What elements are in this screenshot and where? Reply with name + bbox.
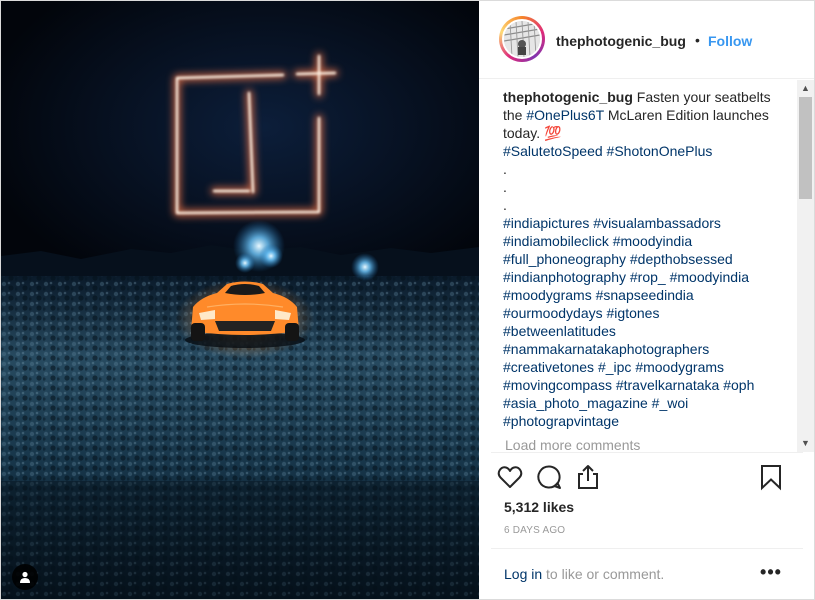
caption-line: #full_phoneography #depthobsessed bbox=[503, 250, 795, 268]
bookmark-icon[interactable] bbox=[757, 463, 785, 491]
post-side-panel: thephotogenic_bug • Follow thephotogenic… bbox=[479, 1, 814, 599]
hashtag-link[interactable]: #ourmoodydays bbox=[503, 305, 603, 321]
caption-text: today. 💯 bbox=[503, 125, 562, 141]
caption-text: . bbox=[503, 197, 507, 213]
caption-line: #indianphotography #rop_ #moodyindia bbox=[503, 268, 795, 286]
hashtag-link[interactable]: #photograpvintage bbox=[503, 413, 619, 429]
heart-icon[interactable] bbox=[496, 463, 524, 491]
action-bar bbox=[491, 452, 803, 502]
hashtag-link[interactable]: #nammakarnatakaphotographers bbox=[503, 341, 709, 357]
hashtag-link[interactable]: #depthobsessed bbox=[630, 251, 733, 267]
caption-line: #asia_photo_magazine #_woi bbox=[503, 394, 795, 412]
likes-count[interactable]: 5,312 likes bbox=[504, 499, 574, 515]
comments-area[interactable]: thephotogenic_bug Fasten your seatbelts t… bbox=[503, 88, 795, 452]
caption-line: thephotogenic_bug Fasten your seatbelts bbox=[503, 88, 795, 106]
hashtag-link[interactable]: #visualambassadors bbox=[593, 215, 721, 231]
comment-icon[interactable] bbox=[535, 463, 563, 491]
caption-text: Fasten your seatbelts bbox=[636, 89, 771, 105]
caption-line: . bbox=[503, 178, 795, 196]
post-photo[interactable] bbox=[1, 1, 479, 599]
post-header: thephotogenic_bug • Follow bbox=[479, 1, 814, 79]
caption-line: #movingcompass #travelkarnataka #oph bbox=[503, 376, 795, 394]
distant-light bbox=[351, 253, 379, 281]
avatar[interactable] bbox=[499, 16, 545, 62]
caption-text: . bbox=[503, 161, 507, 177]
share-icon[interactable] bbox=[574, 463, 602, 491]
hashtag-link[interactable]: #snapseedindia bbox=[596, 287, 694, 303]
scroll-up-arrow-icon[interactable]: ▲ bbox=[797, 80, 814, 97]
post-author-username[interactable]: thephotogenic_bug bbox=[556, 33, 686, 49]
avatar-image bbox=[502, 19, 542, 59]
login-link[interactable]: Log in bbox=[504, 566, 542, 582]
hashtag-link[interactable]: #rop_ bbox=[630, 269, 666, 285]
hashtag-link[interactable]: #igtones bbox=[607, 305, 660, 321]
hashtag-link[interactable]: #_woi bbox=[652, 395, 689, 411]
caption-username[interactable]: thephotogenic_bug bbox=[503, 89, 633, 105]
hashtag-link[interactable]: #moodygrams bbox=[635, 359, 724, 375]
caption-text: the bbox=[503, 107, 527, 123]
distant-light bbox=[235, 253, 255, 273]
hashtag-link[interactable]: #ShotonOnePlus bbox=[607, 143, 713, 159]
hashtag-link[interactable]: #_ipc bbox=[598, 359, 631, 375]
post-timestamp[interactable]: 6 DAYS AGO bbox=[504, 525, 565, 536]
comment-login-bar: Log in to like or comment. ••• bbox=[491, 548, 803, 599]
more-options-icon[interactable]: ••• bbox=[759, 561, 783, 585]
hashtag-link[interactable]: #moodyindia bbox=[613, 233, 692, 249]
foreground-shadow bbox=[1, 481, 479, 599]
login-prompt: Log in to like or comment. bbox=[504, 566, 664, 582]
hashtag-link[interactable]: #OnePlus6T bbox=[526, 107, 604, 123]
caption-line: #moodygrams #snapseedindia bbox=[503, 286, 795, 304]
hashtag-link[interactable]: #indiamobileclick bbox=[503, 233, 609, 249]
hashtag-link[interactable]: #indianphotography bbox=[503, 269, 626, 285]
caption-text: . bbox=[503, 179, 507, 195]
hashtag-link[interactable]: #full_phoneography bbox=[503, 251, 626, 267]
caption-line: . bbox=[503, 196, 795, 214]
caption-line: #indiapictures #visualambassadors bbox=[503, 214, 795, 232]
caption-line: today. 💯 bbox=[503, 124, 795, 142]
hashtag-link[interactable]: #moodyindia bbox=[670, 269, 749, 285]
hashtag-link[interactable]: #moodygrams bbox=[503, 287, 592, 303]
caption-line: the #OnePlus6T McLaren Edition launches bbox=[503, 106, 795, 124]
hashtag-link[interactable]: #asia_photo_magazine bbox=[503, 395, 648, 411]
hashtag-link[interactable]: #movingcompass bbox=[503, 377, 612, 393]
hashtag-link[interactable]: #creativetones bbox=[503, 359, 594, 375]
caption-line: #nammakarnatakaphotographers bbox=[503, 340, 795, 358]
scroll-down-arrow-icon[interactable]: ▼ bbox=[797, 435, 814, 452]
login-prompt-text: to like or comment. bbox=[542, 566, 665, 582]
caption-line: #creativetones #_ipc #moodygrams bbox=[503, 358, 795, 376]
caption-text: McLaren Edition launches bbox=[603, 107, 769, 123]
caption-line: #indiamobileclick #moodyindia bbox=[503, 232, 795, 250]
post-caption: thephotogenic_bug Fasten your seatbelts t… bbox=[503, 88, 795, 430]
scrollbar-thumb[interactable] bbox=[799, 97, 812, 199]
user-tag-icon[interactable] bbox=[12, 564, 38, 590]
follow-button[interactable]: Follow bbox=[708, 33, 752, 49]
load-more-comments-button[interactable]: Load more comments bbox=[505, 437, 640, 452]
caption-line: . bbox=[503, 160, 795, 178]
separator-dot: • bbox=[695, 32, 700, 48]
hashtag-link[interactable]: #betweenlatitudes bbox=[503, 323, 616, 339]
caption-line: #photograpvintage bbox=[503, 412, 795, 430]
hashtag-link[interactable]: #SalutetoSpeed bbox=[503, 143, 603, 159]
caption-line: #ourmoodydays #igtones bbox=[503, 304, 795, 322]
hashtag-link[interactable]: #travelkarnataka bbox=[616, 377, 720, 393]
hashtag-link[interactable]: #oph bbox=[723, 377, 754, 393]
hashtag-link[interactable]: #indiapictures bbox=[503, 215, 589, 231]
distant-light bbox=[259, 244, 283, 268]
caption-line: #betweenlatitudes bbox=[503, 322, 795, 340]
caption-line: #SalutetoSpeed #ShotonOnePlus bbox=[503, 142, 795, 160]
comments-scrollbar[interactable]: ▲ ▼ bbox=[797, 80, 814, 452]
